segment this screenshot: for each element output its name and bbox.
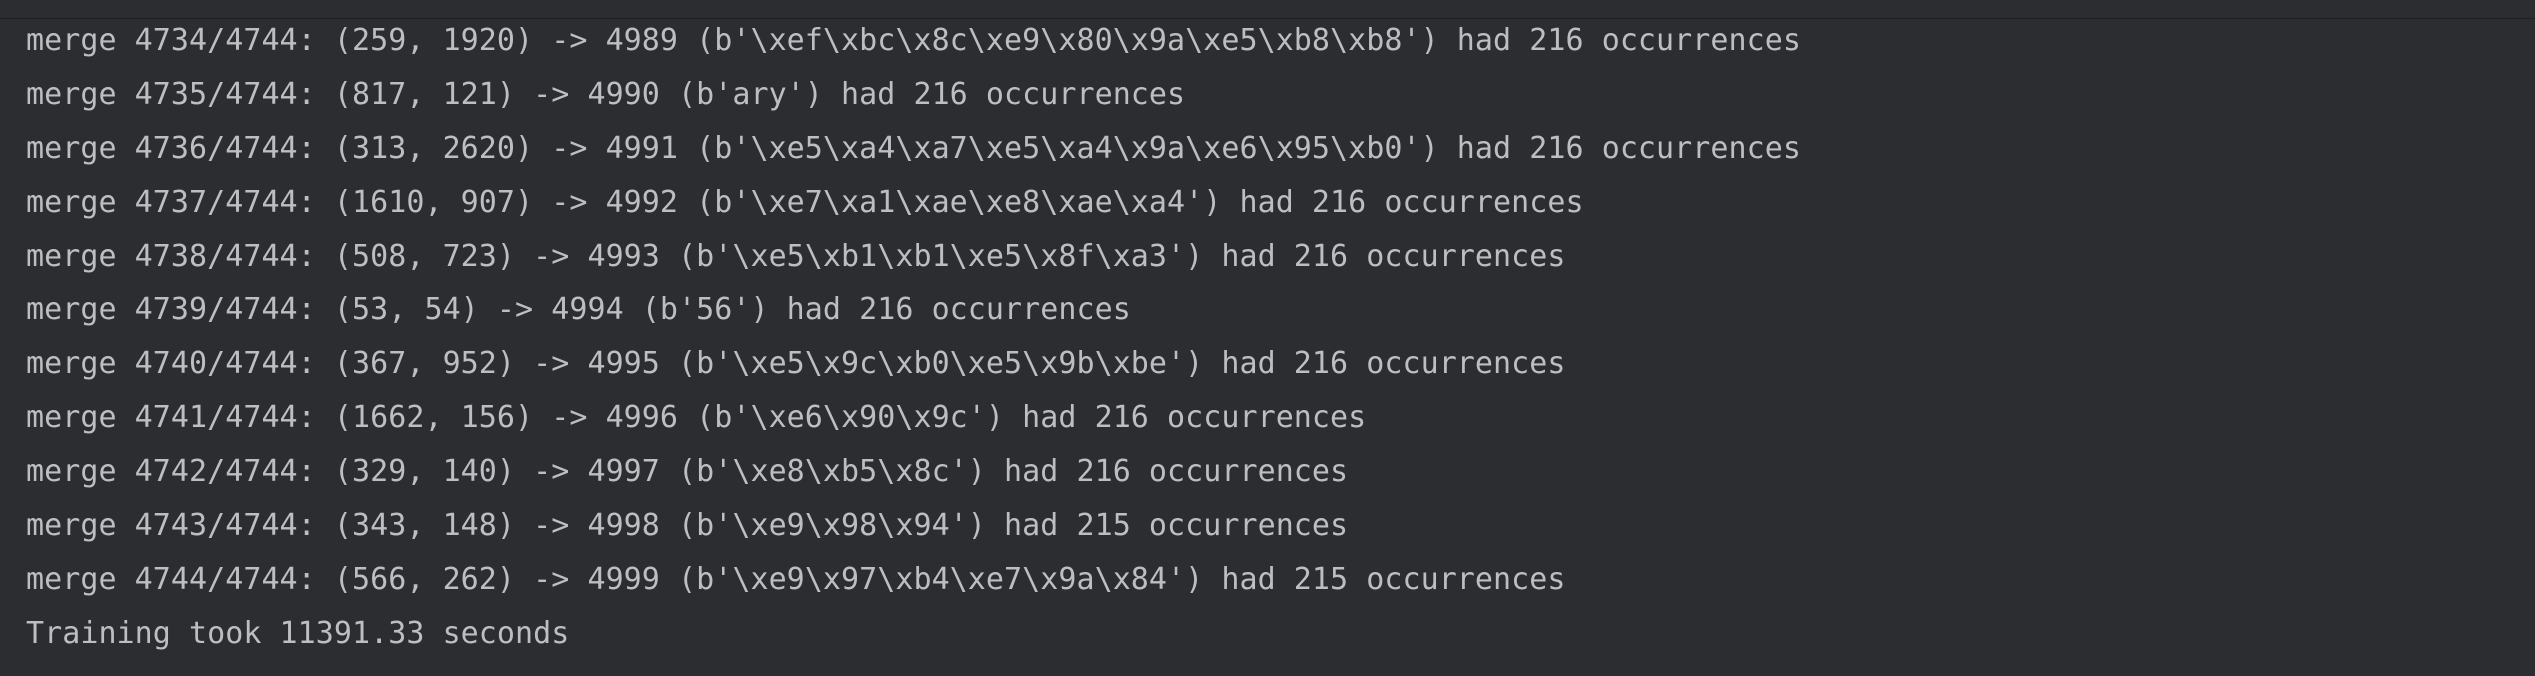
- console-line: merge 4740/4744: (367, 952) -> 4995 (b'\…: [26, 346, 1566, 382]
- console-line: merge 4736/4744: (313, 2620) -> 4991 (b'…: [26, 130, 1801, 166]
- console-line: merge 4742/4744: (329, 140) -> 4997 (b'\…: [26, 454, 1349, 490]
- console-line: merge 4738/4744: (508, 723) -> 4993 (b'\…: [26, 238, 1566, 274]
- console-line: merge 4739/4744: (53, 54) -> 4994 (b'56'…: [26, 292, 1131, 328]
- training-summary-line: Training took 11391.33 seconds: [26, 615, 570, 651]
- console-line: merge 4744/4744: (566, 262) -> 4999 (b'\…: [26, 561, 1566, 597]
- console-line: merge 4743/4744: (343, 148) -> 4998 (b'\…: [26, 508, 1349, 544]
- console-line: merge 4737/4744: (1610, 907) -> 4992 (b'…: [26, 184, 1584, 220]
- console-line: merge 4741/4744: (1662, 156) -> 4996 (b'…: [26, 400, 1367, 436]
- console-line: merge 4734/4744: (259, 1920) -> 4989 (b'…: [26, 23, 1801, 58]
- console-output-text[interactable]: merge 4734/4744: (259, 1920) -> 4989 (b'…: [26, 14, 2535, 661]
- console-output-panel[interactable]: merge 4734/4744: (259, 1920) -> 4989 (b'…: [0, 0, 2535, 676]
- console-line: merge 4735/4744: (817, 121) -> 4990 (b'a…: [26, 76, 1186, 112]
